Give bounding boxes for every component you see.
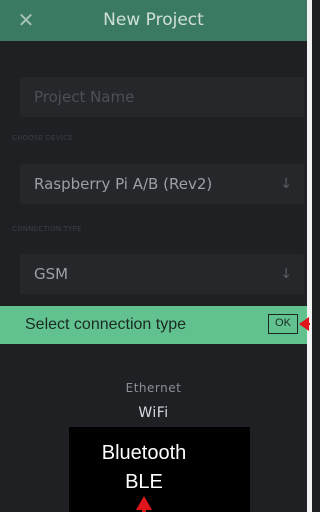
picker-title: Select connection type bbox=[25, 316, 186, 333]
connection-value: GSM bbox=[34, 265, 69, 283]
device-value: Raspberry Pi A/B (Rev2) bbox=[34, 175, 213, 193]
app-header: ✕ New Project bbox=[0, 0, 307, 41]
device-select[interactable]: Raspberry Pi A/B (Rev2) ↓ bbox=[20, 164, 304, 204]
annotation-callout: Bluetooth BLE bbox=[69, 427, 250, 512]
callout-line-bluetooth: Bluetooth bbox=[101, 442, 187, 464]
ok-button[interactable]: OK bbox=[268, 314, 298, 334]
choose-device-label: CHOOSE DEVICE bbox=[12, 134, 73, 142]
callout-text: Bluetooth BLE bbox=[69, 439, 219, 497]
picker-header: Select connection type bbox=[0, 306, 307, 344]
arrow-down-icon: ↓ bbox=[280, 176, 292, 192]
connection-type-select[interactable]: GSM ↓ bbox=[20, 254, 304, 294]
screen-edge bbox=[307, 0, 312, 512]
option-wifi[interactable]: WiFi bbox=[0, 405, 307, 421]
project-name-field[interactable]: Project Name bbox=[20, 77, 304, 117]
option-ethernet[interactable]: Ethernet bbox=[0, 381, 307, 395]
connection-type-label: CONNECTION TYPE bbox=[12, 225, 82, 233]
project-name-placeholder: Project Name bbox=[34, 88, 135, 106]
close-icon[interactable]: ✕ bbox=[17, 8, 35, 32]
arrow-down-icon: ↓ bbox=[280, 266, 292, 282]
callout-line-ble: BLE bbox=[125, 471, 163, 493]
pointer-up-tail bbox=[142, 508, 146, 512]
pointer-arrow-tail bbox=[305, 323, 310, 325]
page-title: New Project bbox=[103, 10, 204, 30]
